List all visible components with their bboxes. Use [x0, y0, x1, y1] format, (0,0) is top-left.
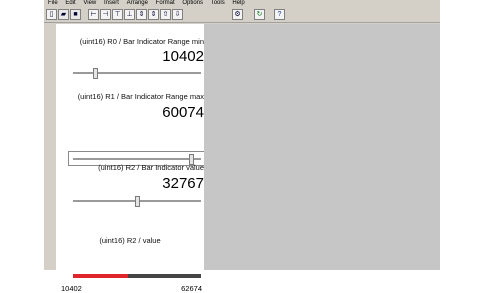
bar-indicator	[73, 274, 201, 278]
help-icon[interactable]: ?	[274, 9, 285, 20]
menu-format[interactable]: Format	[156, 0, 175, 7]
distribute-h-icon[interactable]: ⇕	[136, 9, 147, 20]
app-window: File Edit View Insert Arrange Format Opt…	[44, 0, 440, 293]
new-file-icon[interactable]: ▯	[46, 9, 57, 20]
align-bottom-icon[interactable]: ⊥	[124, 9, 135, 20]
distribute-v-icon[interactable]: ⇕	[148, 9, 159, 20]
menu-options[interactable]: Options	[182, 0, 203, 7]
save-icon[interactable]: ■	[70, 9, 81, 20]
menu-view[interactable]: View	[83, 0, 96, 7]
menu-tools[interactable]: Tools	[211, 0, 225, 7]
r2-slider-thumb[interactable]	[135, 196, 140, 207]
send-back-icon[interactable]: ⇩	[172, 9, 183, 20]
bar-indicator-min: 10402	[61, 284, 82, 293]
bar-indicator-fill	[73, 274, 129, 278]
design-canvas[interactable]	[204, 24, 440, 270]
refresh-icon[interactable]: ↻	[254, 9, 265, 20]
align-right-icon[interactable]: ⊣	[100, 9, 111, 20]
align-top-icon[interactable]: ⊤	[112, 9, 123, 20]
r0-value: 10402	[162, 48, 204, 65]
r2-label: (uint16) R2 / Bar Indicator value	[98, 163, 204, 172]
open-folder-icon[interactable]: ▰	[58, 9, 69, 20]
align-left-icon[interactable]: ⊢	[88, 9, 99, 20]
r1-label: (uint16) R1 / Bar Indicator Range max	[77, 92, 204, 101]
r1-value: 60074	[162, 104, 204, 121]
menu-bar: File Edit View Insert Arrange Format Opt…	[44, 0, 440, 7]
menu-help[interactable]: Help	[232, 0, 244, 7]
toolbar: ▯ ▰ ■ ⊢ ⊣ ⊤ ⊥ ⇕ ⇕ ⇧ ⇩ ⚙ ↻ ?	[44, 7, 440, 23]
r0-slider-thumb[interactable]	[92, 68, 98, 79]
bar-indicator-label: (uint16) R2 / value	[99, 236, 161, 245]
r1-slider-track[interactable]	[73, 158, 201, 161]
bring-front-icon[interactable]: ⇧	[160, 9, 171, 20]
menu-file[interactable]: File	[48, 0, 58, 7]
r0-label: (uint16) R0 / Bar Indicator Range min	[79, 37, 204, 46]
settings-icon[interactable]: ⚙	[232, 9, 243, 20]
menu-edit[interactable]: Edit	[65, 0, 75, 7]
menu-arrange[interactable]: Arrange	[127, 0, 148, 7]
menu-insert[interactable]: Insert	[104, 0, 119, 7]
bar-indicator-max: 62674	[181, 284, 202, 293]
r2-value: 32767	[162, 175, 204, 192]
widget-panel: (uint16) R0 / Bar Indicator Range min 10…	[56, 24, 206, 293]
